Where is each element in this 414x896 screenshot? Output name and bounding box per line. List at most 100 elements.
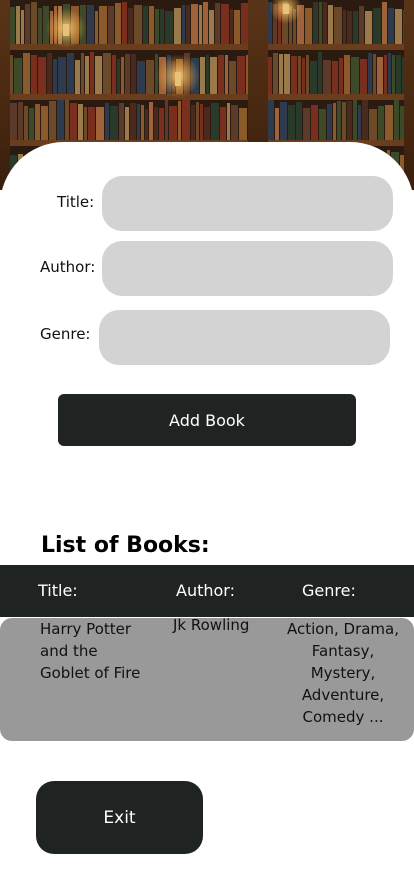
book-spine — [81, 53, 84, 94]
book-spine — [182, 100, 190, 140]
column-header-author: Author: — [176, 581, 235, 600]
book-spine — [231, 105, 238, 140]
book-spine — [57, 100, 64, 140]
book-spine — [155, 9, 159, 44]
book-spine — [353, 100, 357, 140]
add-book-button[interactable]: Add Book — [58, 394, 356, 446]
book-spine — [323, 2, 327, 44]
book-spine — [241, 3, 248, 44]
book-spine — [369, 109, 377, 140]
book-spine — [58, 57, 66, 94]
book-spine — [18, 102, 23, 140]
book-spine — [373, 54, 376, 94]
book-spine — [328, 5, 333, 44]
book-spine — [353, 11, 358, 44]
book-spine — [388, 8, 394, 44]
genre-input[interactable] — [99, 310, 390, 365]
book-spine — [122, 2, 127, 44]
book-spine — [343, 10, 346, 44]
book-spine — [311, 105, 318, 140]
book-spine — [35, 104, 40, 140]
book-spine — [110, 106, 118, 140]
book-spine — [186, 5, 190, 44]
book-spine — [117, 59, 120, 94]
book-spine — [95, 11, 98, 44]
exit-button[interactable]: Exit — [36, 781, 203, 854]
book-spine — [215, 3, 220, 44]
book-spine — [203, 2, 208, 44]
book-spine — [174, 8, 181, 44]
book-spine — [119, 103, 124, 140]
book-spine — [273, 53, 278, 94]
book-spine — [178, 101, 181, 140]
book-spine — [342, 102, 346, 140]
book-spine — [296, 102, 302, 140]
book-spine — [199, 5, 202, 44]
book-spine — [165, 100, 168, 140]
book-spine — [347, 101, 352, 140]
book-spine — [84, 107, 87, 140]
book-spine — [21, 10, 24, 44]
book-spine — [319, 109, 326, 140]
book-spine — [137, 104, 140, 140]
book-spine — [149, 102, 153, 140]
book-spine — [396, 55, 401, 94]
book-spine — [323, 60, 331, 94]
book-spine — [103, 53, 111, 94]
book-spine — [41, 106, 48, 140]
book-spine — [24, 106, 28, 140]
book-spine — [65, 100, 69, 140]
book-spine — [70, 103, 77, 140]
table-row[interactable]: Harry Potter and the Goblet of Fire Jk R… — [0, 616, 414, 741]
book-spine — [191, 105, 195, 140]
book-spine — [38, 8, 42, 44]
book-spine — [230, 9, 233, 44]
book-spine — [319, 2, 322, 44]
book-spine — [333, 103, 336, 140]
book-spine — [388, 53, 391, 94]
table-header: Title: Author: Genre: — [0, 565, 414, 617]
author-input[interactable] — [102, 241, 393, 296]
book-spine — [337, 101, 341, 140]
book-spine — [87, 5, 94, 44]
book-spine — [351, 57, 359, 94]
book-spine — [362, 100, 368, 140]
book-spine — [31, 55, 37, 94]
book-spine — [49, 101, 56, 140]
book-spine — [169, 106, 177, 140]
book-spine — [302, 58, 305, 94]
book-spine — [332, 61, 338, 94]
book-spine — [221, 4, 229, 44]
book-spine — [160, 9, 164, 44]
book-spine — [154, 107, 158, 140]
book-spine — [288, 105, 295, 140]
book-spine — [385, 105, 393, 140]
book-spine — [377, 57, 383, 94]
book-spine — [16, 6, 20, 44]
book-spine — [395, 9, 402, 44]
book-spine — [10, 55, 13, 94]
book-spine — [210, 57, 217, 94]
book-spine — [191, 4, 198, 44]
book-spine — [392, 55, 395, 94]
book-spine — [90, 52, 94, 94]
book-spine — [327, 104, 332, 140]
book-spine — [279, 54, 283, 94]
book-spine — [204, 107, 210, 140]
book-spine — [227, 103, 230, 140]
book-spine — [99, 6, 107, 44]
book-spine — [78, 104, 83, 140]
book-spine — [200, 57, 205, 94]
book-spine — [137, 61, 145, 94]
book-spine — [53, 59, 57, 94]
book-spine — [275, 108, 279, 140]
book-spine — [239, 108, 247, 140]
book-spine — [23, 53, 30, 94]
book-spine — [10, 103, 17, 140]
book-spine — [209, 10, 214, 44]
title-input[interactable] — [102, 176, 393, 231]
book-spine — [112, 55, 116, 94]
book-spine — [313, 2, 318, 44]
book-spine — [143, 6, 148, 44]
genre-label: Genre: — [40, 325, 91, 343]
